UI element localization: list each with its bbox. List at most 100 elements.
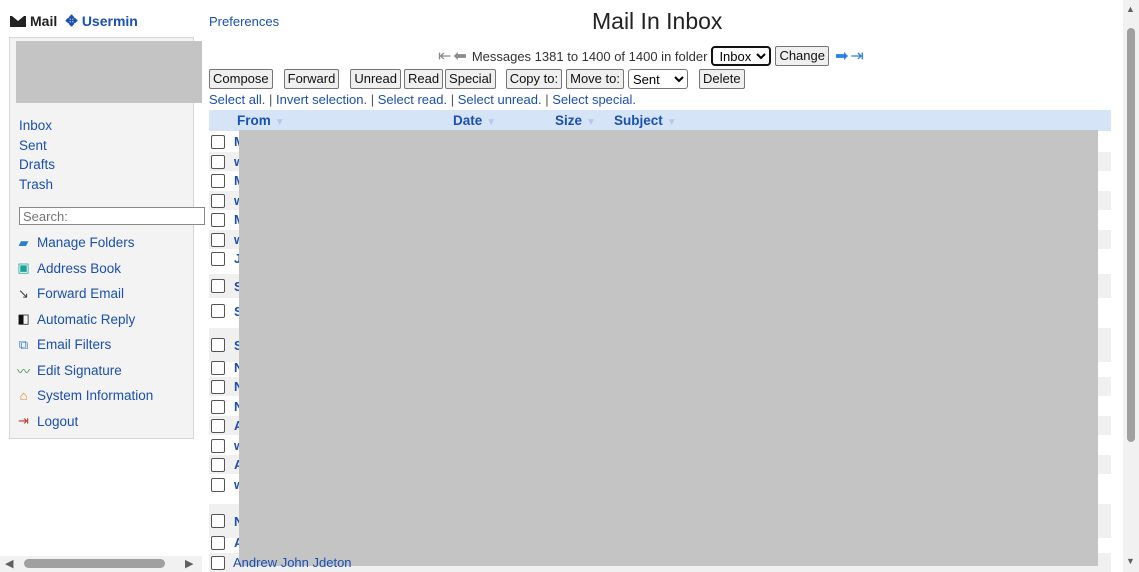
tool-label[interactable]: Edit Signature [37,363,122,378]
compose-button[interactable]: Compose [209,69,273,89]
folder-sent[interactable]: Sent [19,138,47,153]
folder-select[interactable]: Inbox [711,46,772,66]
copy-to-button[interactable]: Copy to: [505,69,563,89]
tool-forward-email[interactable]: ↘ Forward Email [15,281,153,307]
address-book-icon: ▣ [17,260,30,276]
column-size[interactable]: Size ▼ [555,113,596,128]
tool-system-information[interactable]: ⌂ System Information [15,383,154,409]
sidebar: Mail ✥ Usermin Inbox Sent Drafts Trash ▰… [0,0,205,572]
tool-label[interactable]: Automatic Reply [37,312,135,327]
scroll-left-icon[interactable]: ◀ [5,557,13,570]
email-filters-icon: ⧉ [18,336,29,352]
preferences-link[interactable]: Preferences [209,14,279,29]
sidebar-panel: Inbox Sent Drafts Trash ▰ Manage Folders… [9,37,205,439]
brand: Mail ✥ Usermin [10,12,138,30]
row-checkbox[interactable] [211,173,225,188]
row-checkbox[interactable] [211,514,225,528]
tool-logout[interactable]: ⇥ Logout [15,409,153,435]
invert-selection-link[interactable]: Invert selection. [276,92,367,107]
last-row-from[interactable]: Andrew John Jdeton [233,555,352,570]
row-checkbox[interactable] [211,212,225,227]
scroll-right-icon[interactable]: ▶ [185,557,193,570]
row-checkbox[interactable] [211,379,225,394]
tool-email-filters[interactable]: ⧉ Email Filters [15,332,153,358]
row-checkbox[interactable] [211,134,225,149]
folder-list: Inbox Sent Drafts Trash [19,118,55,196]
brand-mail-label[interactable]: Mail [30,13,57,29]
home-icon: ⌂ [19,388,28,404]
move-to-button[interactable]: Move to: [566,69,624,89]
folder-inbox[interactable]: Inbox [19,118,52,133]
prev-page-icon[interactable]: ⬅ [453,46,466,66]
folder-trash[interactable]: Trash [19,177,53,192]
tool-label[interactable]: Email Filters [37,337,111,352]
row-checkbox[interactable] [211,232,225,247]
change-button[interactable]: Change [775,46,829,66]
tool-label[interactable]: Address Book [37,261,121,276]
separator: | [450,92,455,107]
tool-label[interactable]: Manage Folders [37,235,135,250]
forward-email-icon: ↘ [18,285,29,301]
row-checkbox[interactable] [211,251,225,266]
separator: | [269,92,273,107]
tool-label[interactable]: Forward Email [37,286,124,301]
folder-drafts[interactable]: Drafts [19,157,55,172]
column-subject[interactable]: Subject ▼ [614,113,677,128]
column-date[interactable]: Date ▼ [453,113,496,128]
tool-list: ▰ Manage Folders ▣ Address Book ↘ Forwar… [15,230,153,434]
horizontal-scroll-thumb[interactable] [24,559,165,568]
tool-manage-folders[interactable]: ▰ Manage Folders [15,230,153,256]
tool-automatic-reply[interactable]: ◧ Automatic Reply [15,307,153,333]
row-checkbox[interactable] [211,279,225,293]
page-title: Mail In Inbox [592,8,723,34]
row-checkbox[interactable] [211,304,225,318]
select-all-link[interactable]: Select all. [209,92,265,107]
select-unread-link[interactable]: Select unread. [458,92,542,107]
scroll-down-icon[interactable]: ▼ [1126,556,1135,566]
mark-unread-button[interactable]: Unread [350,69,401,89]
tool-edit-signature[interactable]: 〰 Edit Signature [15,358,153,384]
forward-button[interactable]: Forward [283,69,340,89]
target-folder-select[interactable]: Sent [627,69,688,89]
messages-range-text: Messages 1381 to 1400 of 1400 in folder [471,48,708,64]
row-checkbox[interactable] [211,154,225,169]
search-input[interactable] [19,207,205,225]
select-special-link[interactable]: Select special. [552,92,636,107]
tool-label[interactable]: System Information [37,388,153,403]
row-checkbox[interactable] [211,338,225,352]
column-from[interactable]: From ▼ [237,113,285,128]
tool-address-book[interactable]: ▣ Address Book [15,256,153,282]
row-checkbox[interactable] [211,193,225,208]
message-navigation: ⇤ ⬅ Messages 1381 to 1400 of 1400 in fol… [438,46,866,66]
row-checkbox[interactable] [211,457,225,472]
logout-icon: ⇥ [18,413,29,429]
row-checkbox[interactable] [211,477,225,492]
select-read-link[interactable]: Select read. [378,92,447,107]
horizontal-scrollbar[interactable]: ◀ ▶ [0,556,202,572]
table-header: From ▼ Date ▼ Size ▼ Subject ▼ [209,110,1111,131]
row-checkbox[interactable] [211,535,225,550]
vertical-scroll-thumb[interactable] [1127,28,1135,442]
scroll-up-icon[interactable]: ▲ [1126,4,1135,14]
vertical-scrollbar[interactable]: ▲ ▼ [1123,0,1139,572]
row-checkbox[interactable] [211,555,225,570]
row-checkbox[interactable] [211,438,225,453]
mark-read-button[interactable]: Read [403,69,444,89]
usermin-icon: ✥ [65,13,78,30]
row-checkbox[interactable] [211,360,225,375]
delete-button[interactable]: Delete [698,69,745,89]
redacted-content [239,130,1098,566]
message-table: From▼ Date▼ Size▼ Subject▼ MwMwMwJSSSNNN… [209,110,1111,572]
row-checkbox[interactable] [211,399,225,414]
last-page-icon[interactable]: ⇥ [850,46,863,66]
next-page-icon[interactable]: ➡ [835,46,848,66]
separator: | [545,92,549,107]
signature-icon: 〰 [16,363,30,379]
mail-icon [10,15,26,27]
avatar-placeholder [16,41,202,103]
first-page-icon[interactable]: ⇤ [438,46,451,66]
brand-usermin-label[interactable]: Usermin [82,13,138,29]
mark-special-button[interactable]: Special [445,69,496,89]
row-checkbox[interactable] [211,418,225,433]
tool-label[interactable]: Logout [37,414,78,429]
